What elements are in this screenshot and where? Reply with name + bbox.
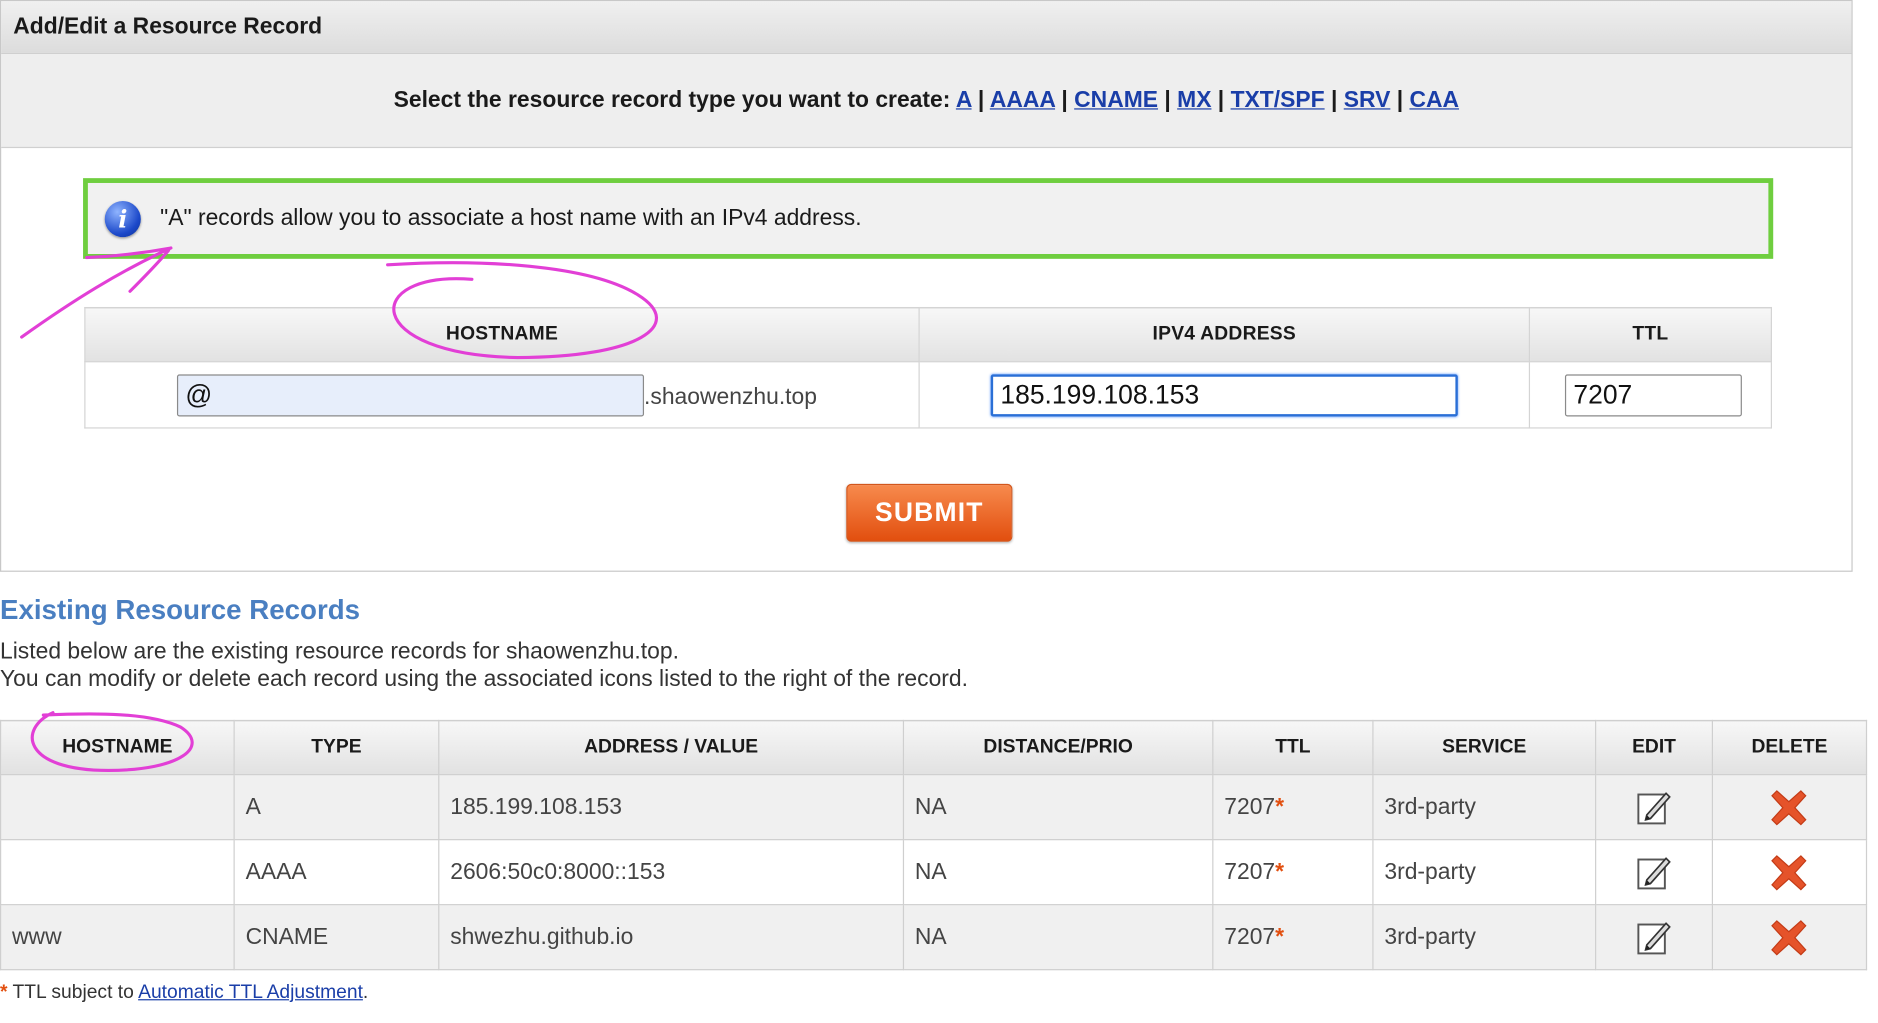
- cell-prio: NA: [902, 904, 1214, 971]
- type-link-cname[interactable]: CNAME: [1074, 88, 1158, 113]
- table-row: AAAA 2606:50c0:8000::153 NA 7207* 3rd-pa…: [0, 839, 1868, 906]
- cell-ttl: 7207*: [1212, 839, 1374, 906]
- existing-records-title: Existing Resource Records: [0, 593, 361, 625]
- cell-type: CNAME: [233, 904, 440, 971]
- cell-prio: NA: [902, 774, 1214, 841]
- footnote-end: .: [362, 982, 369, 1003]
- col-header-value: ADDRESS / VALUE: [438, 719, 905, 776]
- footnote-text: TTL subject to: [7, 982, 139, 1003]
- col-header-hostname: HOSTNAME: [0, 719, 235, 776]
- submit-button[interactable]: SUBMIT: [846, 483, 1013, 542]
- record-form-table: HOSTNAME IPV4 ADDRESS TTL .shaowenzhu.to…: [84, 306, 1772, 429]
- table-row: A 185.199.108.153 NA 7207* 3rd-party: [0, 774, 1868, 841]
- edit-pencil-icon[interactable]: [1635, 853, 1671, 892]
- panel-title: Add/Edit a Resource Record: [1, 1, 1852, 55]
- cell-edit: [1595, 839, 1714, 906]
- col-header-service: SERVICE: [1372, 719, 1597, 776]
- col-header-edit: EDIT: [1595, 719, 1714, 776]
- cell-edit: [1595, 774, 1714, 841]
- cell-value: 185.199.108.153: [438, 774, 905, 841]
- info-box: i "A" records allow you to associate a h…: [83, 178, 1774, 259]
- add-edit-record-panel: Add/Edit a Resource Record Select the re…: [0, 0, 1853, 572]
- type-link-mx[interactable]: MX: [1177, 88, 1211, 113]
- ttl-asterisk: *: [1275, 793, 1285, 820]
- form-header-ipv4: IPV4 ADDRESS: [918, 306, 1531, 363]
- cell-hostname: [0, 774, 235, 841]
- cell-service: 3rd-party: [1372, 839, 1597, 906]
- ipv4-input[interactable]: [990, 373, 1458, 416]
- form-header-ttl: TTL: [1528, 306, 1772, 363]
- ttl-value: 7207: [1224, 923, 1276, 950]
- cell-delete: [1711, 774, 1868, 841]
- auto-ttl-link[interactable]: Automatic TTL Adjustment: [138, 982, 363, 1002]
- cell-service: 3rd-party: [1372, 774, 1597, 841]
- records-table: HOSTNAME TYPE ADDRESS / VALUE DISTANCE/P…: [0, 719, 1868, 971]
- form-header-hostname: HOSTNAME: [84, 306, 920, 363]
- table-row: www CNAME shwezhu.github.io NA 7207* 3rd…: [0, 904, 1868, 971]
- edit-pencil-icon[interactable]: [1635, 788, 1671, 827]
- ttl-asterisk: *: [1275, 923, 1285, 950]
- cell-value: shwezhu.github.io: [438, 904, 905, 971]
- type-link-srv[interactable]: SRV: [1344, 88, 1391, 113]
- cell-delete: [1711, 839, 1868, 906]
- type-link-caa[interactable]: CAA: [1409, 88, 1459, 113]
- col-header-type: TYPE: [233, 719, 440, 776]
- ttl-cell: [1528, 361, 1772, 429]
- ttl-value: 7207: [1224, 793, 1276, 820]
- delete-x-icon[interactable]: [1768, 917, 1809, 958]
- col-header-delete: DELETE: [1711, 719, 1868, 776]
- cell-ttl: 7207*: [1212, 774, 1374, 841]
- cell-type: A: [233, 774, 440, 841]
- record-type-selector: Select the resource record type you want…: [1, 54, 1852, 149]
- col-header-prio: DISTANCE/PRIO: [902, 719, 1214, 776]
- ttl-footnote: * TTL subject to Automatic TTL Adjustmen…: [0, 982, 368, 1004]
- ttl-value: 7207: [1224, 858, 1276, 885]
- cell-prio: NA: [902, 839, 1214, 906]
- type-link-aaaa[interactable]: AAAA: [990, 88, 1055, 113]
- ttl-asterisk: *: [1275, 858, 1285, 885]
- type-link-a[interactable]: A: [956, 88, 972, 113]
- cell-hostname: www: [0, 904, 235, 971]
- col-header-ttl: TTL: [1212, 719, 1374, 776]
- hostname-input[interactable]: [176, 373, 645, 416]
- hostname-cell: .shaowenzhu.top: [84, 361, 920, 429]
- delete-x-icon[interactable]: [1768, 852, 1809, 893]
- ipv4-cell: [918, 361, 1531, 429]
- cell-ttl: 7207*: [1212, 904, 1374, 971]
- info-icon: i: [104, 200, 141, 237]
- cell-edit: [1595, 904, 1714, 971]
- delete-x-icon[interactable]: [1768, 787, 1809, 828]
- existing-records-description: Listed below are the existing resource r…: [0, 638, 968, 693]
- description-line-1: Listed below are the existing resource r…: [0, 639, 679, 665]
- info-text: "A" records allow you to associate a hos…: [160, 205, 862, 231]
- cell-hostname: [0, 839, 235, 906]
- type-prompt: Select the resource record type you want…: [393, 87, 951, 114]
- ttl-input[interactable]: [1564, 373, 1742, 416]
- description-line-2: You can modify or delete each record usi…: [0, 666, 968, 693]
- cell-type: AAAA: [233, 839, 440, 906]
- type-link-txt-spf[interactable]: TXT/SPF: [1231, 88, 1325, 113]
- cell-value: 2606:50c0:8000::153: [438, 839, 905, 906]
- domain-suffix: .shaowenzhu.top: [644, 384, 817, 410]
- edit-pencil-icon[interactable]: [1635, 918, 1671, 957]
- cell-service: 3rd-party: [1372, 904, 1597, 971]
- cell-delete: [1711, 904, 1868, 971]
